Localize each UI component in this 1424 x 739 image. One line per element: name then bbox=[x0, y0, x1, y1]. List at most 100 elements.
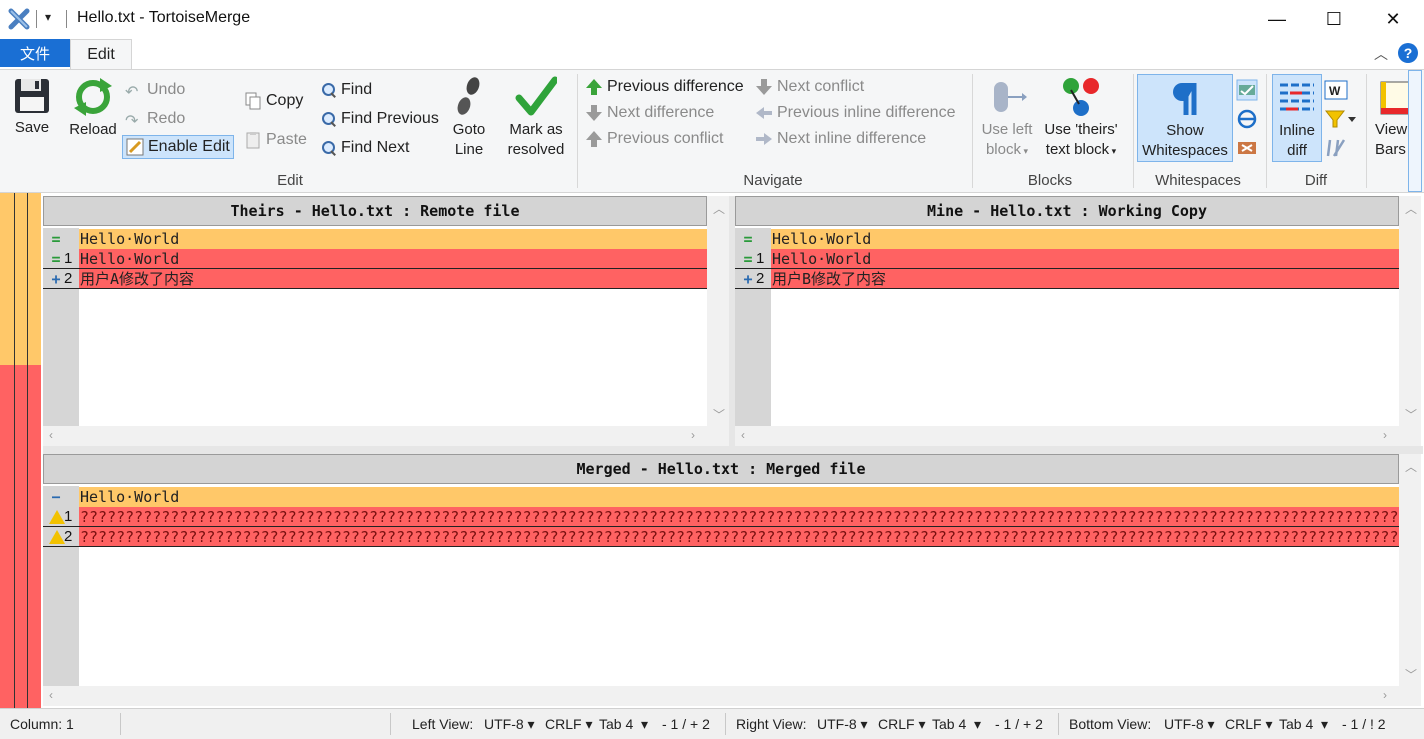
left-encoding-select[interactable]: UTF-8 ▾ bbox=[484, 716, 535, 733]
window-title: Hello.txt - TortoiseMerge bbox=[77, 9, 251, 26]
tab-file[interactable]: 文件 bbox=[0, 39, 70, 67]
qat-dropdown-icon[interactable]: ▾ bbox=[45, 10, 51, 24]
right-view-label: Right View: bbox=[736, 716, 807, 732]
find-next-button[interactable]: Find Next bbox=[321, 136, 409, 160]
merged-pane[interactable]: Merged - Hello.txt : Merged file − Hello… bbox=[43, 454, 1421, 706]
locator-bar[interactable] bbox=[0, 193, 42, 708]
bottom-eol-select[interactable]: CRLF ▾ bbox=[1225, 716, 1272, 733]
inline-diff-button[interactable]: Inline diff bbox=[1272, 74, 1322, 162]
redo-button[interactable]: ↷ Redo bbox=[125, 107, 185, 131]
word-diff-icon[interactable]: W bbox=[1324, 79, 1348, 101]
merged-horizontal-scrollbar[interactable]: ‹ › bbox=[43, 686, 1421, 706]
next-conflict-button[interactable]: Next conflict bbox=[755, 75, 864, 99]
previous-difference-button[interactable]: Previous difference bbox=[585, 75, 744, 99]
line-number: 2 bbox=[756, 270, 765, 287]
next-conflict-label: Next conflict bbox=[777, 78, 865, 95]
find-button[interactable]: Find bbox=[321, 78, 372, 102]
theirs-pane[interactable]: Theirs - Hello.txt : Remote file = Hello… bbox=[43, 196, 729, 446]
conflict-warning-icon bbox=[49, 527, 65, 546]
filter-icon[interactable] bbox=[1324, 108, 1358, 130]
ignore-whitespace-icon[interactable] bbox=[1236, 79, 1258, 101]
save-button[interactable]: Save bbox=[8, 76, 56, 138]
diff-line[interactable]: 2 ??????????????????????????????????????… bbox=[43, 527, 1399, 547]
line-text: Hello·World bbox=[772, 230, 872, 248]
find-next-label: Find Next bbox=[341, 139, 410, 156]
diff-line[interactable]: + 2 用户B修改了内容 bbox=[735, 269, 1399, 289]
title-bar: ▾ Hello.txt - TortoiseMerge — ☐ ✕ bbox=[0, 0, 1424, 38]
enable-edit-button[interactable]: Enable Edit bbox=[122, 135, 234, 159]
right-tab-select[interactable]: Tab 4 ▾ bbox=[932, 716, 981, 733]
mine-vertical-scrollbar[interactable]: ︿ ﹀ bbox=[1399, 196, 1421, 426]
reload-button[interactable]: Reload bbox=[64, 76, 122, 140]
diff-line[interactable]: − Hello·World bbox=[43, 487, 1399, 507]
help-icon[interactable]: ? bbox=[1398, 43, 1418, 63]
equal-marker-icon: = bbox=[743, 250, 753, 268]
next-inline-difference-button[interactable]: Next inline difference bbox=[755, 127, 926, 151]
diff-line[interactable]: + 2 用户A修改了内容 bbox=[43, 269, 707, 289]
diff-line[interactable]: = Hello·World bbox=[735, 229, 1399, 249]
find-previous-button[interactable]: Find Previous bbox=[321, 107, 439, 131]
arrow-down-icon bbox=[586, 105, 602, 121]
ignore-case-icon[interactable] bbox=[1236, 137, 1258, 159]
enable-edit-label: Enable Edit bbox=[148, 138, 230, 155]
minimize-button[interactable]: — bbox=[1248, 0, 1306, 38]
right-encoding-select[interactable]: UTF-8 ▾ bbox=[817, 716, 868, 733]
line-number: 1 bbox=[756, 250, 765, 267]
copy-button[interactable]: Copy bbox=[244, 89, 303, 113]
right-eol-select[interactable]: CRLF ▾ bbox=[878, 716, 925, 733]
left-eol-select[interactable]: CRLF ▾ bbox=[545, 716, 592, 733]
previous-conflict-button[interactable]: Previous conflict bbox=[585, 127, 724, 151]
arrow-left-icon bbox=[756, 107, 772, 119]
horizontal-splitter[interactable] bbox=[43, 446, 1423, 454]
diff-line[interactable]: = Hello·World bbox=[43, 229, 707, 249]
group-navigate-label: Navigate bbox=[743, 172, 803, 189]
vertical-splitter[interactable] bbox=[729, 196, 735, 446]
search-icon bbox=[321, 140, 337, 156]
mine-pane[interactable]: Mine - Hello.txt : Working Copy = Hello·… bbox=[735, 196, 1421, 446]
ribbon-scroll-right[interactable] bbox=[1408, 70, 1422, 192]
collapse-ribbon-icon[interactable]: ︿ bbox=[1374, 44, 1388, 64]
tab-edit[interactable]: Edit bbox=[70, 39, 132, 69]
line-text: ????????????????????????????????????????… bbox=[80, 528, 1399, 546]
column-indicator: Column: 1 bbox=[10, 716, 74, 732]
undo-button[interactable]: ↶ Undo bbox=[125, 78, 185, 102]
bottom-tab-select[interactable]: Tab 4 ▾ bbox=[1279, 716, 1328, 733]
find-previous-label: Find Previous bbox=[341, 110, 439, 127]
goto-line-button[interactable]: Goto Line bbox=[446, 76, 492, 160]
next-difference-button[interactable]: Next difference bbox=[585, 101, 714, 125]
right-diff-count: - 1 / + 2 bbox=[995, 716, 1043, 732]
use-left-block-button[interactable]: Use left block ▾ bbox=[976, 76, 1038, 161]
merged-vertical-scrollbar[interactable]: ︿ ﹀ bbox=[1399, 454, 1421, 686]
diff-line[interactable]: = 1 Hello·World bbox=[735, 249, 1399, 269]
ignore-eol-icon[interactable] bbox=[1236, 108, 1258, 130]
theirs-pane-header: Theirs - Hello.txt : Remote file bbox=[43, 196, 707, 226]
undo-label: Undo bbox=[147, 81, 186, 98]
diff-line[interactable]: 1 ??????????????????????????????????????… bbox=[43, 507, 1399, 527]
checkmark-icon bbox=[515, 76, 557, 116]
use-left-block-icon bbox=[994, 82, 1027, 112]
theirs-vertical-scrollbar[interactable]: ︿ ﹀ bbox=[707, 196, 729, 426]
show-whitespaces-button[interactable]: Show Whitespaces bbox=[1137, 74, 1233, 162]
theirs-horizontal-scrollbar[interactable]: ‹ › bbox=[43, 426, 729, 446]
use-theirs-text-block-button[interactable]: Use 'theirs' text block ▾ bbox=[1038, 76, 1124, 161]
bottom-encoding-select[interactable]: UTF-8 ▾ bbox=[1164, 716, 1215, 733]
previous-inline-difference-button[interactable]: Previous inline difference bbox=[755, 101, 955, 125]
reload-icon bbox=[74, 78, 112, 116]
line-diff-icon[interactable] bbox=[1324, 137, 1348, 159]
mine-horizontal-scrollbar[interactable]: ‹ › bbox=[735, 426, 1421, 446]
left-tab-select[interactable]: Tab 4 ▾ bbox=[599, 716, 648, 733]
copy-label: Copy bbox=[266, 92, 304, 109]
goto-label-2: Line bbox=[454, 141, 484, 158]
next-inline-label: Next inline difference bbox=[777, 130, 927, 147]
line-text: Hello·World bbox=[772, 250, 872, 268]
bottom-view-label: Bottom View: bbox=[1069, 716, 1152, 732]
minus-marker-icon: − bbox=[51, 488, 61, 506]
close-button[interactable]: ✕ bbox=[1364, 0, 1422, 38]
paste-button[interactable]: Paste bbox=[244, 128, 307, 152]
maximize-button[interactable]: ☐ bbox=[1305, 0, 1363, 38]
use-theirs-label-2: text block bbox=[1045, 141, 1110, 158]
diff-line[interactable]: = 1 Hello·World bbox=[43, 249, 707, 269]
tortoisemerge-app-icon[interactable] bbox=[8, 8, 30, 30]
inline-diff-label-1: Inline bbox=[1279, 122, 1315, 139]
mark-as-resolved-button[interactable]: Mark as resolved bbox=[502, 76, 570, 160]
